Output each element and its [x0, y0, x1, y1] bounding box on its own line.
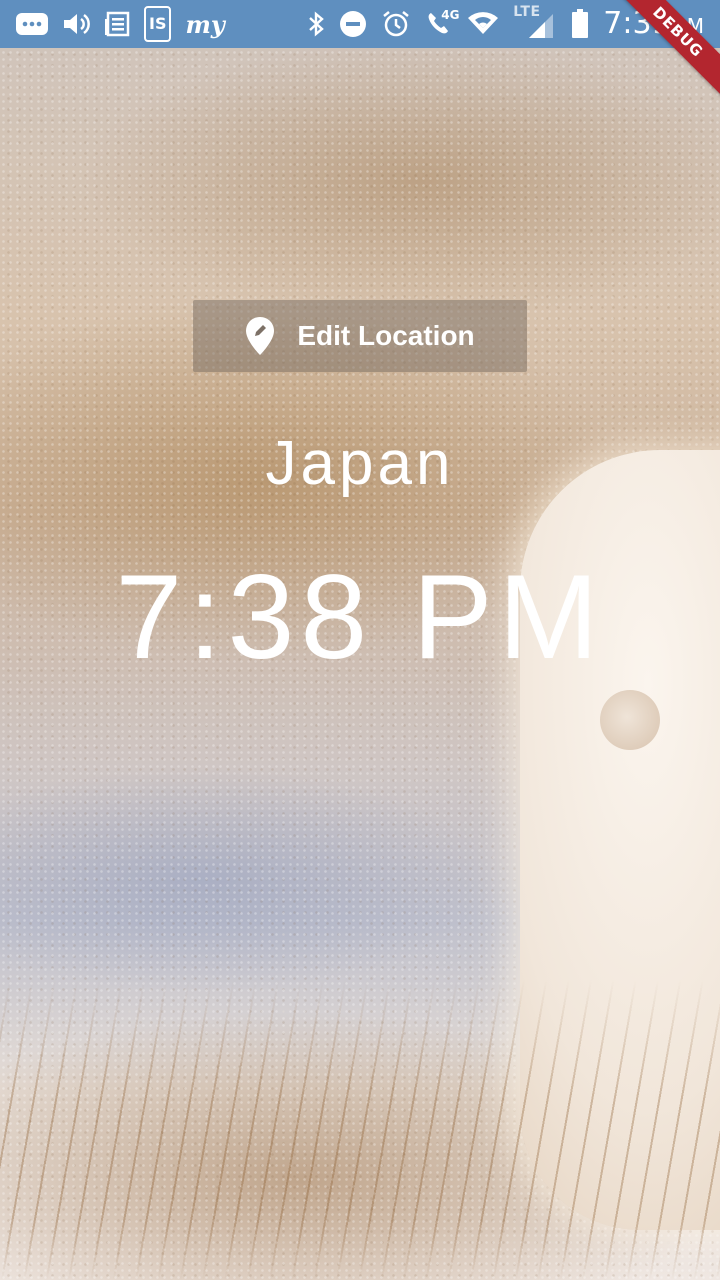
news-icon [104, 8, 130, 40]
edit-location-icon [245, 316, 275, 356]
bluetooth-icon [307, 8, 325, 40]
call-4g-icon: 4G [425, 8, 460, 40]
dry-grass [0, 980, 720, 1280]
polar-bear-ear [600, 690, 660, 750]
location-name: Japan [265, 429, 455, 498]
alarm-icon [381, 8, 411, 40]
is-app-icon: IS [144, 6, 172, 42]
edit-location-button[interactable]: Edit Location [193, 300, 527, 372]
battery-icon [571, 8, 589, 40]
edit-location-label: Edit Location [297, 320, 475, 351]
wifi-icon [467, 8, 499, 40]
do-not-disturb-icon [339, 8, 367, 40]
call-4g-label: 4G [441, 8, 460, 22]
my-app-icon: my [185, 9, 225, 39]
status-bar: IS my 4G LTE 7:39PM [0, 0, 720, 48]
lte-signal-icon: LTE [513, 4, 557, 40]
volume-icon [62, 8, 90, 40]
time-display: 7:38 PM [115, 550, 605, 684]
more-icon [16, 8, 48, 40]
